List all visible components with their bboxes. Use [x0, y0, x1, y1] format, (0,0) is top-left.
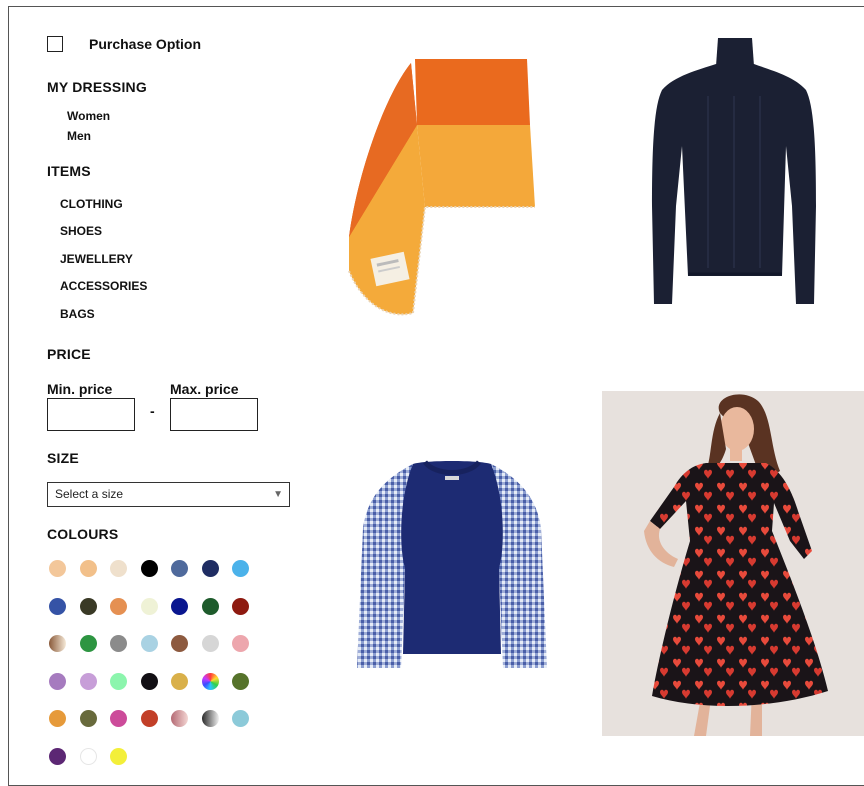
colour-swatch[interactable]	[49, 635, 66, 652]
colour-swatch[interactable]	[140, 635, 158, 652]
colour-swatch[interactable]	[232, 635, 249, 652]
size-select-value: Select a size	[55, 487, 124, 501]
colour-swatch[interactable]	[232, 597, 249, 615]
colour-swatch[interactable]	[79, 597, 97, 615]
colour-swatch[interactable]	[49, 597, 66, 615]
price-separator: -	[150, 403, 155, 419]
colour-swatch[interactable]	[201, 672, 219, 690]
items-bags-link[interactable]: BAGS	[60, 307, 95, 321]
colour-swatch[interactable]	[140, 597, 158, 615]
colour-swatch[interactable]	[171, 597, 188, 615]
colour-swatch[interactable]	[110, 710, 127, 727]
colour-swatch[interactable]	[110, 635, 127, 652]
colour-swatch[interactable]	[140, 560, 158, 577]
chevron-down-icon: ▼	[273, 489, 283, 500]
max-price-label: Max. price	[170, 381, 239, 397]
colour-swatch[interactable]	[79, 672, 97, 690]
items-accessories-link[interactable]: ACCESSORIES	[60, 279, 147, 293]
colour-swatch[interactable]	[79, 560, 97, 577]
dressing-women-link[interactable]: Women	[67, 109, 110, 123]
size-select[interactable]: Select a size ▼	[47, 482, 290, 507]
colour-swatch[interactable]	[110, 747, 127, 765]
items-jewellery-link[interactable]: JEWELLERY	[60, 252, 133, 266]
colour-swatch[interactable]	[79, 710, 97, 727]
size-heading: SIZE	[47, 450, 79, 466]
colour-swatch[interactable]	[201, 635, 219, 652]
colour-swatch[interactable]	[232, 710, 249, 727]
colour-swatch[interactable]	[49, 560, 66, 577]
colour-swatch[interactable]	[49, 710, 66, 727]
my-dressing-heading: MY DRESSING	[47, 79, 147, 95]
colour-swatch[interactable]	[201, 560, 219, 577]
colour-swatch[interactable]	[110, 672, 127, 690]
colour-swatch[interactable]	[232, 560, 249, 577]
product-gingham-sweater-image[interactable]	[355, 458, 550, 673]
product-dress-image[interactable]	[602, 391, 864, 736]
purchase-option-label: Purchase Option	[89, 36, 202, 52]
colour-swatch[interactable]	[140, 672, 158, 690]
items-clothing-link[interactable]: CLOTHING	[60, 197, 123, 211]
colour-swatch[interactable]	[171, 635, 188, 652]
colour-swatch[interactable]	[171, 710, 188, 727]
max-price-input[interactable]	[170, 398, 258, 431]
product-skirt-image[interactable]	[345, 55, 540, 320]
items-heading: ITEMS	[47, 163, 91, 179]
purchase-option-checkbox[interactable]	[47, 36, 63, 52]
colour-swatch[interactable]	[49, 672, 66, 690]
colour-swatch[interactable]	[110, 560, 127, 577]
min-price-input[interactable]	[47, 398, 135, 431]
colour-swatch[interactable]	[140, 710, 158, 727]
colour-swatch[interactable]	[171, 560, 188, 577]
price-heading: PRICE	[47, 346, 91, 362]
min-price-label: Min. price	[47, 381, 113, 397]
product-turtleneck-image[interactable]	[648, 36, 820, 308]
colour-swatch[interactable]	[49, 747, 66, 765]
dressing-men-link[interactable]: Men	[67, 129, 91, 143]
colour-swatch[interactable]	[79, 635, 97, 652]
purchase-option-row[interactable]: Purchase Option	[47, 36, 201, 52]
items-shoes-link[interactable]: SHOES	[60, 224, 102, 238]
colour-swatch[interactable]	[201, 597, 219, 615]
colours-heading: COLOURS	[47, 526, 119, 542]
colour-swatch[interactable]	[232, 672, 249, 690]
colour-swatch[interactable]	[110, 597, 127, 615]
colour-swatch[interactable]	[79, 747, 97, 765]
colour-swatch[interactable]	[171, 672, 188, 690]
colour-swatch[interactable]	[201, 710, 219, 727]
filter-sidebar: Purchase Option MY DRESSING Women Men IT…	[0, 0, 330, 770]
